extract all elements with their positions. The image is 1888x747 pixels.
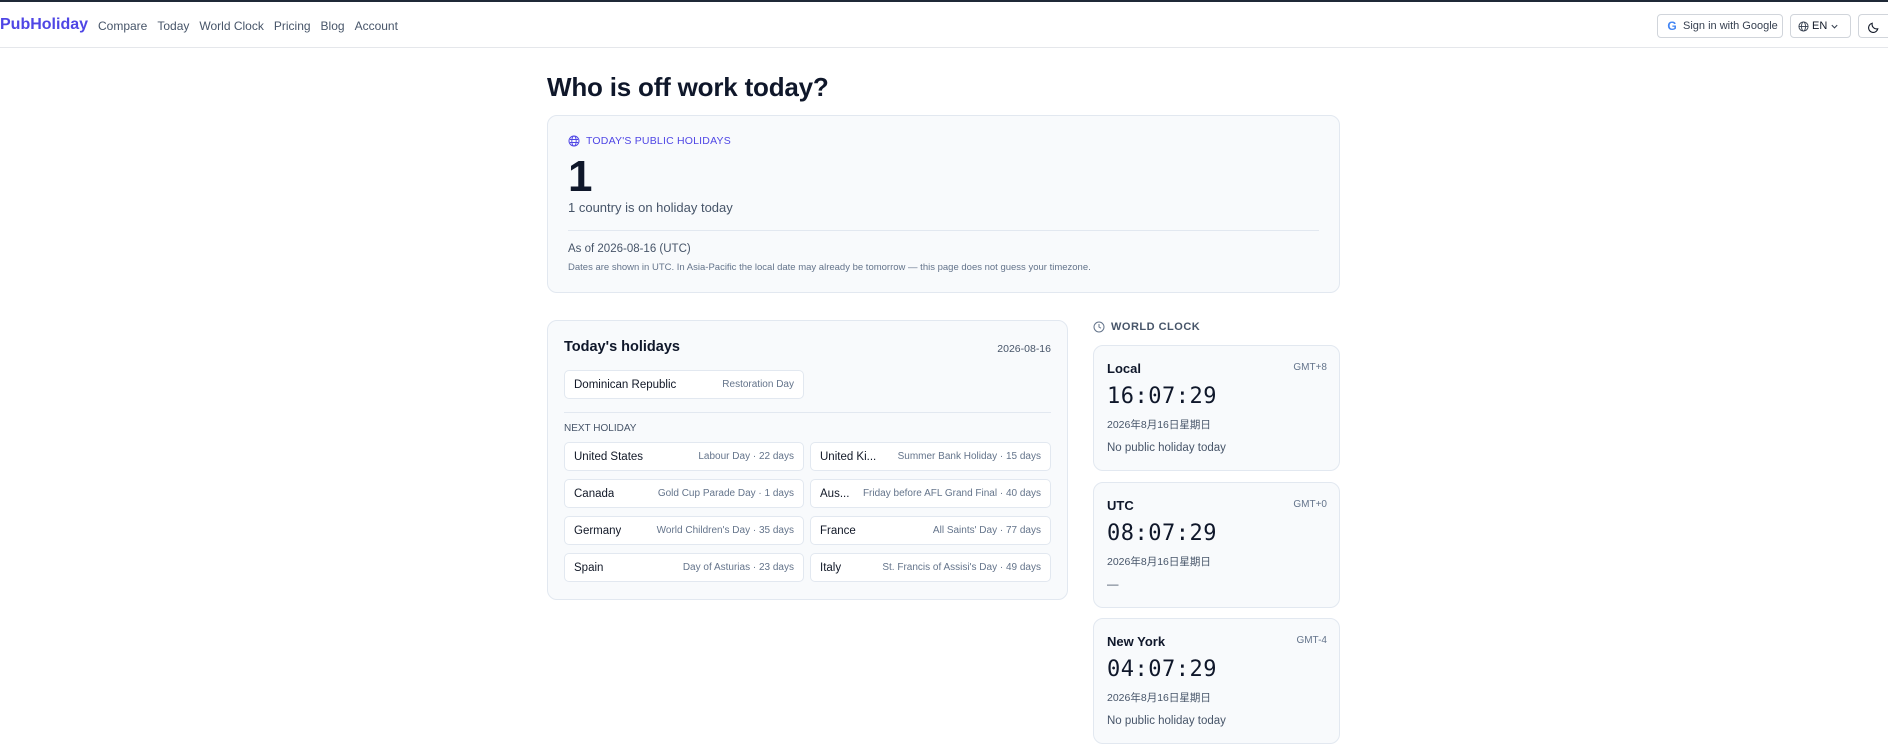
- nav-compare[interactable]: Compare: [98, 19, 147, 33]
- clock-offset: GMT+0: [1293, 499, 1327, 510]
- language-label: EN: [1812, 20, 1828, 32]
- clock-date: 2026年8月16日星期日: [1107, 692, 1211, 704]
- google-signin-button[interactable]: G Sign in with Google: [1657, 14, 1783, 38]
- clock-card-local: Local GMT+8 16:07:29 2026年8月16日星期日 No pu…: [1093, 345, 1340, 471]
- holiday-country: Spain: [574, 561, 604, 574]
- holiday-detail: World Children's Day · 35 days: [656, 525, 794, 536]
- page-title: Who is off work today?: [547, 72, 829, 102]
- holiday-count: 1: [568, 152, 593, 201]
- holiday-detail: Friday before AFL Grand Final · 40 days: [862, 488, 1041, 499]
- theme-toggle-button[interactable]: [1858, 14, 1888, 38]
- holiday-detail: Labour Day · 22 days: [698, 451, 794, 462]
- nav-world-clock[interactable]: World Clock: [199, 19, 263, 33]
- top-navigation-bar: PubHoliday Compare Today World Clock Pri…: [0, 0, 1888, 48]
- summary-label-text: TODAY'S PUBLIC HOLIDAYS: [586, 135, 731, 147]
- holiday-country: United Ki...: [820, 450, 877, 463]
- clock-name: UTC: [1107, 498, 1134, 513]
- holiday-country: Dominican Republic: [574, 378, 677, 391]
- nav-account[interactable]: Account: [355, 19, 398, 33]
- holiday-detail: Summer Bank Holiday · 15 days: [897, 451, 1041, 462]
- globe-icon: [1798, 20, 1809, 32]
- holiday-country: France: [820, 524, 856, 537]
- holiday-name: Restoration Day: [722, 379, 794, 390]
- clock-date: 2026年8月16日星期日: [1107, 556, 1211, 568]
- holiday-detail: Day of Asturias · 23 days: [682, 562, 794, 573]
- holiday-country: United States: [574, 450, 644, 463]
- today-holiday-item[interactable]: Dominican Republic Restoration Day: [564, 370, 804, 399]
- divider: [564, 412, 1051, 413]
- summary-label: TODAY'S PUBLIC HOLIDAYS: [568, 135, 731, 147]
- next-holiday-item[interactable]: Spain Day of Asturias · 23 days: [564, 553, 804, 582]
- next-holiday-item[interactable]: Aus... Friday before AFL Grand Final · 4…: [810, 479, 1051, 508]
- clock-holiday-status: No public holiday today: [1107, 442, 1226, 454]
- holiday-detail: All Saints' Day · 77 days: [932, 525, 1041, 536]
- divider: [568, 230, 1319, 231]
- clock-icon: [1093, 321, 1105, 333]
- holiday-country: Germany: [574, 524, 622, 537]
- clock-time: 04:07:29: [1107, 657, 1217, 682]
- nav-blog[interactable]: Blog: [321, 19, 345, 33]
- holiday-summary-card: TODAY'S PUBLIC HOLIDAYS 1 1 country is o…: [547, 115, 1340, 293]
- holiday-country: Aus...: [820, 487, 850, 500]
- next-holiday-item[interactable]: United States Labour Day · 22 days: [564, 442, 804, 471]
- google-icon: G: [1667, 19, 1677, 33]
- holiday-count-subtitle: 1 country is on holiday today: [568, 200, 733, 215]
- clock-name: Local: [1107, 361, 1141, 376]
- clock-card-utc: UTC GMT+0 08:07:29 2026年8月16日星期日 —: [1093, 482, 1340, 608]
- clock-time: 16:07:29: [1107, 384, 1217, 409]
- holiday-detail: St. Francis of Assisi's Day · 49 days: [882, 562, 1041, 573]
- todays-holidays-card: Today's holidays 2026-08-16 Dominican Re…: [547, 320, 1068, 600]
- clock-name: New York: [1107, 634, 1166, 649]
- todays-holidays-date: 2026-08-16: [997, 343, 1051, 355]
- next-holiday-item[interactable]: Canada Gold Cup Parade Day · 1 days: [564, 479, 804, 508]
- clock-holiday-status: No public holiday today: [1107, 715, 1226, 727]
- next-holiday-label: NEXT HOLIDAY: [564, 423, 637, 434]
- holiday-country: Canada: [574, 487, 615, 500]
- brand-logo[interactable]: PubHoliday: [0, 16, 88, 34]
- globe-icon: [568, 135, 580, 147]
- world-clock-heading-text: WORLD CLOCK: [1111, 321, 1201, 333]
- chevron-down-icon: [1831, 24, 1838, 29]
- holiday-detail: Gold Cup Parade Day · 1 days: [657, 488, 794, 499]
- next-holiday-item[interactable]: Italy St. Francis of Assisi's Day · 49 d…: [810, 553, 1051, 582]
- clock-date: 2026年8月16日星期日: [1107, 419, 1211, 431]
- clock-holiday-status: —: [1107, 579, 1119, 591]
- moon-icon: [1868, 22, 1879, 33]
- nav-pricing[interactable]: Pricing: [274, 19, 311, 33]
- next-holiday-item[interactable]: France All Saints' Day · 77 days: [810, 516, 1051, 545]
- next-holiday-item[interactable]: Germany World Children's Day · 35 days: [564, 516, 804, 545]
- next-holiday-item[interactable]: United Ki... Summer Bank Holiday · 15 da…: [810, 442, 1051, 471]
- world-clock-heading: WORLD CLOCK: [1093, 321, 1200, 333]
- clock-offset: GMT+8: [1293, 362, 1327, 373]
- timezone-note: Dates are shown in UTC. In Asia-Pacific …: [568, 262, 1091, 273]
- nav-today[interactable]: Today: [157, 19, 189, 33]
- clock-time: 08:07:29: [1107, 521, 1217, 546]
- todays-holidays-title: Today's holidays: [564, 339, 680, 355]
- as-of-date: As of 2026-08-16 (UTC): [568, 243, 691, 255]
- main-nav: Compare Today World Clock Pricing Blog A…: [98, 19, 408, 33]
- clock-offset: GMT-4: [1296, 635, 1327, 646]
- holiday-country: Italy: [820, 561, 842, 574]
- language-selector[interactable]: EN: [1790, 14, 1851, 38]
- clock-card-new-york: New York GMT-4 04:07:29 2026年8月16日星期日 No…: [1093, 618, 1340, 744]
- google-signin-label: Sign in with Google: [1683, 20, 1778, 32]
